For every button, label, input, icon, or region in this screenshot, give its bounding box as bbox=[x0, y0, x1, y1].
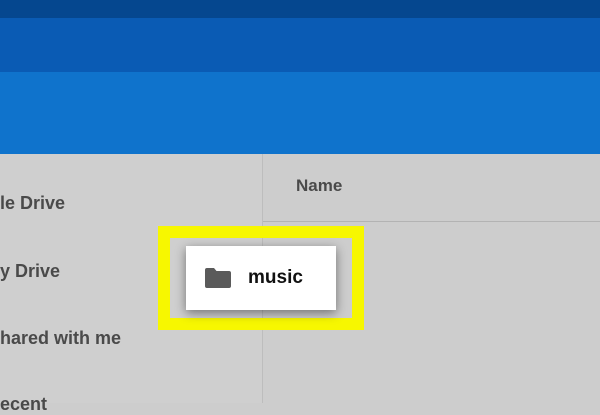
title-bar bbox=[0, 0, 600, 18]
folder-item-music[interactable]: music bbox=[186, 246, 336, 310]
sidebar-item-recent[interactable]: ecent bbox=[0, 394, 47, 415]
folder-icon bbox=[205, 268, 231, 288]
header-bar bbox=[0, 18, 600, 72]
folder-name: music bbox=[248, 267, 303, 288]
sidebar-item-my-drive[interactable]: y Drive bbox=[0, 261, 60, 282]
toolbar bbox=[0, 72, 600, 154]
header-divider bbox=[263, 221, 600, 222]
name-column-header[interactable]: Name bbox=[296, 176, 342, 196]
sidebar-item-shared-with-me[interactable]: hared with me bbox=[0, 328, 121, 349]
sidebar-item-google-drive[interactable]: le Drive bbox=[0, 193, 65, 214]
